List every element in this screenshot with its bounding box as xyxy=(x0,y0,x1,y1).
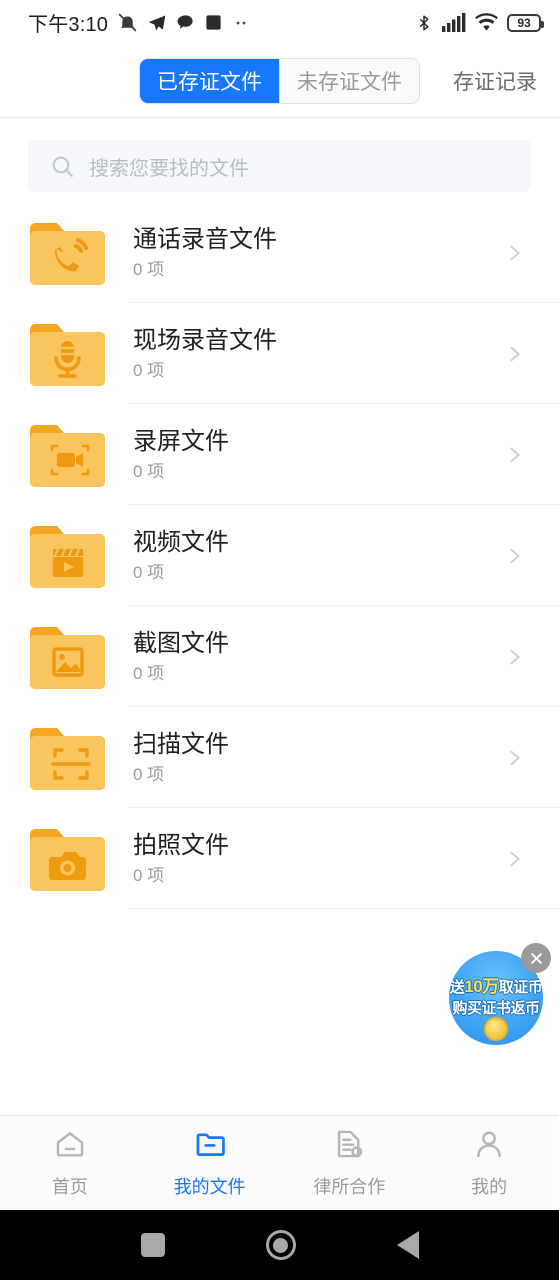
promo-line-1: 送10万取证币 xyxy=(449,977,543,997)
chevron-right-icon xyxy=(503,848,525,870)
list-item-count: 0 项 xyxy=(133,764,165,784)
close-icon[interactable] xyxy=(521,943,551,973)
status-bar: 下午3:10 93 xyxy=(0,0,559,45)
phone-call-folder-icon xyxy=(28,218,107,288)
square-app-icon xyxy=(204,13,223,32)
list-item-text: 扫描文件 0 项 xyxy=(133,730,503,785)
list-item-title: 视频文件 xyxy=(133,528,229,556)
folder-icon xyxy=(193,1127,227,1166)
android-navigation-bar[interactable] xyxy=(0,1210,559,1280)
nav-label: 我的 xyxy=(471,1177,508,1197)
home-button[interactable] xyxy=(265,1230,296,1260)
status-time: 下午3:10 xyxy=(28,14,109,36)
nav-label: 律所合作 xyxy=(313,1177,386,1197)
nav-label: 我的文件 xyxy=(173,1177,246,1197)
nav-item-profile[interactable]: 我的 xyxy=(419,1127,559,1199)
list-item-count: 0 项 xyxy=(133,461,165,481)
webpage-folder-icon xyxy=(28,925,107,929)
certification-records-link[interactable]: 存证记录 xyxy=(453,66,537,96)
tab-certified-files[interactable]: 已存证文件 xyxy=(140,59,279,103)
tab-uncertified-files[interactable]: 未存证文件 xyxy=(279,59,419,103)
search-section: 搜索您要找的文件 xyxy=(0,118,559,202)
chevron-right-icon xyxy=(503,444,525,466)
bottom-navigation-bar[interactable]: 首页 我的文件 律所合作 我的 xyxy=(0,1115,559,1210)
list-item-count: 0 项 xyxy=(133,360,165,380)
list-item-title: 通话录音文件 xyxy=(133,225,277,253)
nav-label: 首页 xyxy=(51,1177,88,1197)
list-item-text: 录屏文件 0 项 xyxy=(133,427,503,482)
list-item-text: 通话录音文件 0 项 xyxy=(133,225,503,280)
status-bar-right: 93 xyxy=(415,13,544,33)
list-item[interactable]: 通话录音文件 0 项 xyxy=(0,202,559,303)
search-input[interactable]: 搜索您要找的文件 xyxy=(28,140,531,192)
chevron-right-icon xyxy=(503,343,525,365)
list-item-count: 0 项 xyxy=(133,562,165,582)
chevron-right-icon xyxy=(503,747,525,769)
home-button-inner xyxy=(273,1237,288,1253)
signal-bars-icon xyxy=(442,13,466,32)
more-dots-icon xyxy=(232,14,250,32)
list-item-text: 截图文件 0 项 xyxy=(133,629,503,684)
list-item-count: 0 项 xyxy=(133,259,165,279)
nav-item-law-firm[interactable]: 律所合作 xyxy=(280,1127,420,1199)
list-item-title: 扫描文件 xyxy=(133,730,229,758)
header: 已存证文件 未存证文件 存证记录 xyxy=(0,45,559,118)
camera-folder-icon xyxy=(28,824,107,894)
file-status-segmented-control[interactable]: 已存证文件 未存证文件 xyxy=(139,58,420,104)
list-item[interactable]: 截图文件 0 项 xyxy=(0,606,559,707)
list-item-title: 录屏文件 xyxy=(133,427,229,455)
list-item[interactable]: 录屏文件 0 项 xyxy=(0,404,559,505)
video-folder-icon xyxy=(28,521,107,591)
person-icon xyxy=(472,1127,506,1166)
home-icon xyxy=(53,1127,87,1166)
list-item-count: 0 项 xyxy=(133,663,165,683)
search-icon xyxy=(50,154,75,179)
nav-item-my-files[interactable]: 我的文件 xyxy=(140,1127,280,1199)
list-item[interactable]: 扫描文件 0 项 xyxy=(0,707,559,808)
microphone-folder-icon xyxy=(28,319,107,389)
scan-folder-icon xyxy=(28,723,107,793)
chevron-right-icon xyxy=(503,646,525,668)
screen-record-folder-icon xyxy=(28,420,107,490)
list-item[interactable]: 视频文件 0 项 xyxy=(0,505,559,606)
wifi-icon xyxy=(475,13,498,32)
chat-bubble-icon xyxy=(176,13,195,32)
list-item-count: 0 项 xyxy=(133,865,165,885)
search-placeholder: 搜索您要找的文件 xyxy=(89,157,249,180)
status-bar-left: 下午3:10 xyxy=(28,8,250,37)
coin-icon xyxy=(484,1017,508,1041)
battery-level: 93 xyxy=(517,15,531,30)
list-item[interactable]: 拍照文件 0 项 xyxy=(0,808,559,909)
back-button[interactable] xyxy=(396,1231,419,1259)
list-item-text: 视频文件 0 项 xyxy=(133,528,503,583)
nav-item-home[interactable]: 首页 xyxy=(0,1127,140,1199)
promo-floating-banner[interactable]: 送10万取证币 购买证书返币 xyxy=(449,943,551,1045)
list-item[interactable]: 网页文件 0 项 xyxy=(0,909,559,928)
list-item[interactable]: 现场录音文件 0 项 xyxy=(0,303,559,404)
list-item-title: 截图文件 xyxy=(133,629,229,657)
recents-button[interactable] xyxy=(140,1233,165,1257)
chevron-right-icon xyxy=(503,545,525,567)
list-item-text: 现场录音文件 0 项 xyxy=(133,326,503,381)
battery-icon: 93 xyxy=(507,13,544,32)
file-folder-list[interactable]: 通话录音文件 0 项 现场录音文件 0 项 录屏文件 0 项 视频文件 0 项 … xyxy=(0,202,559,928)
list-item-title: 拍照文件 xyxy=(133,831,229,859)
bluetooth-icon xyxy=(415,13,433,33)
chevron-right-icon xyxy=(503,242,525,264)
bell-muted-icon xyxy=(117,12,138,33)
document-icon xyxy=(332,1127,366,1166)
telegram-send-icon xyxy=(147,13,167,33)
list-item-title: 现场录音文件 xyxy=(133,326,277,354)
list-item-text: 拍照文件 0 项 xyxy=(133,831,503,886)
image-folder-icon xyxy=(28,622,107,692)
